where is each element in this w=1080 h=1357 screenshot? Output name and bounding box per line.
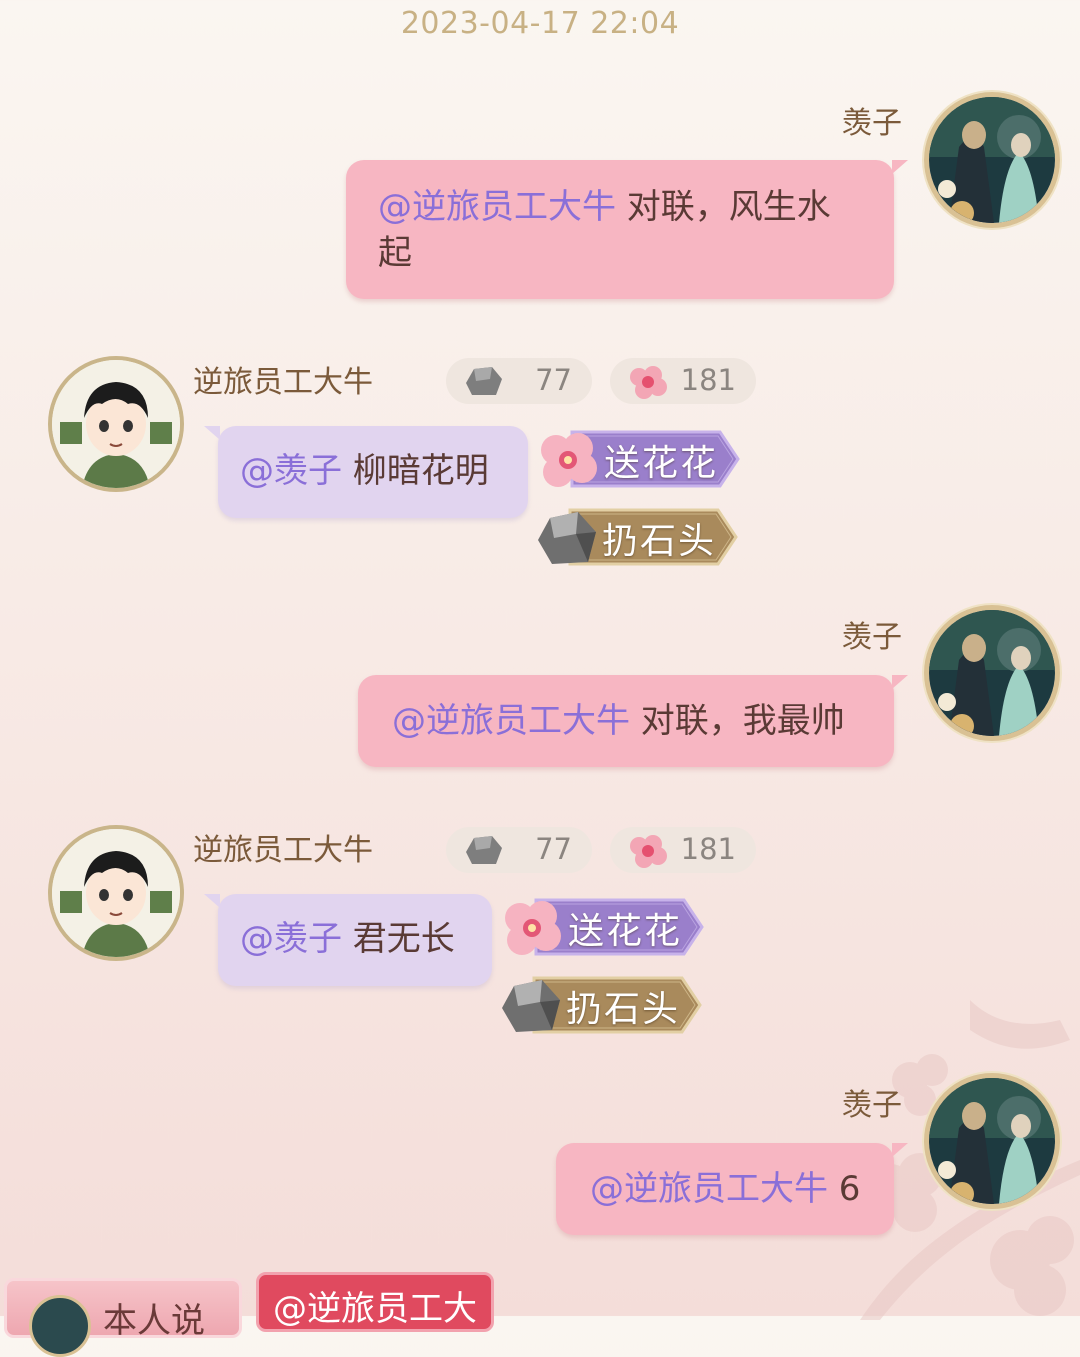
avatar-image: [52, 360, 180, 488]
flower-icon: [505, 901, 561, 955]
sender-name: 羡子: [842, 106, 902, 141]
mention-link[interactable]: @羡子: [240, 919, 342, 959]
flower-counter: 181: [610, 358, 756, 404]
throw-stone-button[interactable]: 扔石头: [498, 974, 702, 1036]
stone-count: 77: [535, 363, 572, 397]
message-bubble[interactable]: @逆旅员工大牛 6: [556, 1143, 908, 1235]
avatar-daniu[interactable]: [48, 825, 184, 961]
flower-count: 181: [680, 832, 736, 866]
mention-link[interactable]: @逆旅员工大牛: [392, 701, 630, 741]
timestamp: 2023-04-17 22:04: [400, 6, 680, 41]
flower-icon: [630, 366, 667, 399]
flower-icon: [541, 433, 597, 487]
avatar-image: [929, 610, 1055, 736]
avatar-xianzi[interactable]: [924, 92, 1060, 228]
message-text: 6: [828, 1169, 861, 1209]
stone-count: 77: [535, 832, 572, 866]
sender-name: 逆旅员工大牛: [193, 365, 373, 400]
avatar-xianzi[interactable]: [924, 605, 1060, 741]
mention-link[interactable]: @逆旅员工大牛: [590, 1169, 828, 1209]
stone-counter: 77: [446, 827, 592, 873]
message-text: 对联，风生水: [616, 187, 831, 227]
mention-link[interactable]: @逆旅员工大牛: [378, 187, 616, 227]
message-text: 君无长: [342, 919, 455, 959]
avatar-xianzi[interactable]: [924, 1073, 1060, 1209]
stone-icon: [466, 367, 502, 395]
send-flower-label: 送花花: [568, 911, 683, 952]
message-bubble[interactable]: @羡子 柳暗花明: [204, 426, 528, 518]
send-flower-button[interactable]: 送花花: [536, 428, 740, 490]
mention-link[interactable]: @羡子: [240, 451, 342, 491]
stone-counter: 77: [446, 358, 592, 404]
self-speak-label: 本人说: [103, 1301, 205, 1341]
avatar-image: [52, 829, 180, 957]
stone-icon: [466, 836, 502, 864]
message-bubble[interactable]: @羡子 君无长: [204, 894, 492, 986]
throw-stone-label: 扔石头: [566, 989, 681, 1030]
sender-name: 羡子: [842, 1088, 902, 1123]
message-text: 对联，我最帅: [630, 701, 845, 741]
send-flower-label: 送花花: [604, 443, 719, 484]
flower-counter: 181: [610, 827, 756, 873]
throw-stone-button[interactable]: 扔石头: [534, 506, 738, 568]
avatar-image: [929, 97, 1055, 223]
mini-avatar: [29, 1295, 91, 1357]
avatar-image: [929, 1078, 1055, 1204]
throw-stone-label: 扔石头: [602, 521, 717, 562]
flower-count: 181: [680, 363, 736, 397]
mention-chip-label: @逆旅员工大: [273, 1289, 477, 1329]
mention-chip[interactable]: @逆旅员工大: [256, 1272, 494, 1332]
sender-name: 羡子: [842, 620, 902, 655]
sender-name: 逆旅员工大牛: [193, 833, 373, 868]
message-text: 柳暗花明: [342, 451, 489, 491]
message-bubble[interactable]: @逆旅员工大牛 对联，风生水 起: [346, 160, 908, 299]
send-flower-button[interactable]: 送花花: [500, 896, 704, 958]
message-bubble[interactable]: @逆旅员工大牛 对联，我最帅: [358, 675, 908, 767]
avatar-daniu[interactable]: [48, 356, 184, 492]
self-speak-button[interactable]: 本人说: [4, 1278, 242, 1357]
flower-icon: [630, 835, 667, 868]
message-text-cont: 起: [378, 233, 412, 273]
